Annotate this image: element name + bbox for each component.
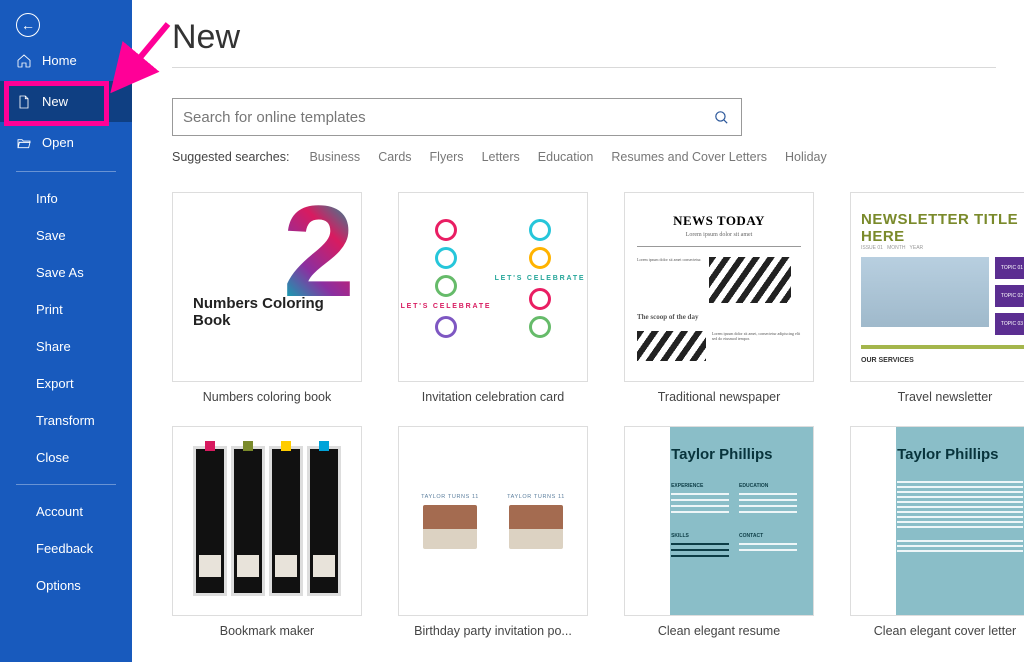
template-caption: Clean elegant cover letter [850, 624, 1024, 638]
search-input[interactable] [173, 99, 701, 135]
search-icon [713, 109, 730, 126]
template-grid: 2 Numbers Coloring Book Numbers coloring… [172, 192, 996, 638]
suggested-link-business[interactable]: Business [309, 150, 360, 164]
template-thumbnail: 2 Numbers Coloring Book [172, 192, 362, 382]
template-traditional-newspaper[interactable]: NEWS TODAY Lorem ipsum dolor sit amet Lo… [624, 192, 814, 404]
template-birthday-party-invitation[interactable]: TAYLOR TURNS 11 TAYLOR TURNS 11 Birthday… [398, 426, 588, 638]
thumb-name: Taylor Phillips [671, 447, 797, 463]
template-clean-elegant-cover-letter[interactable]: Taylor Phillips Clean elegant cover lett… [850, 426, 1024, 638]
nav-save-as[interactable]: Save As [0, 254, 132, 291]
thumb-title: NEWSLETTER TITLE HERE [861, 211, 1024, 245]
nav-options[interactable]: Options [0, 567, 132, 604]
main-area: New Suggested searches: Business Cards F… [132, 0, 1024, 662]
nav-transform[interactable]: Transform [0, 402, 132, 439]
template-clean-elegant-resume[interactable]: Taylor Phillips EXPERIENCE EDUCATION SKI… [624, 426, 814, 638]
suggested-link-education[interactable]: Education [538, 150, 594, 164]
suggested-link-letters[interactable]: Letters [482, 150, 520, 164]
template-caption: Numbers coloring book [172, 390, 362, 404]
nav-account[interactable]: Account [0, 493, 132, 530]
template-caption: Traditional newspaper [624, 390, 814, 404]
suggested-link-resumes[interactable]: Resumes and Cover Letters [611, 150, 767, 164]
suggested-link-cards[interactable]: Cards [378, 150, 411, 164]
nav-home[interactable]: Home [0, 40, 132, 81]
thumb-subheadline: The scoop of the day [637, 313, 801, 322]
template-travel-newsletter[interactable]: NEWSLETTER TITLE HERE ISSUE 01 MONTH YEA… [850, 192, 1024, 404]
title-divider [172, 67, 996, 68]
template-thumbnail: Taylor Phillips EXPERIENCE EDUCATION SKI… [624, 426, 814, 616]
nav-new-label: New [42, 94, 68, 109]
template-search [172, 98, 742, 136]
nav-open[interactable]: Open [0, 122, 132, 163]
template-bookmark-maker[interactable]: Bookmark maker [172, 426, 362, 638]
template-thumbnail: TAYLOR TURNS 11 TAYLOR TURNS 11 [398, 426, 588, 616]
template-numbers-coloring-book[interactable]: 2 Numbers Coloring Book Numbers coloring… [172, 192, 362, 404]
suggested-label: Suggested searches: [172, 150, 289, 164]
document-icon [16, 94, 32, 110]
nav-share[interactable]: Share [0, 328, 132, 365]
decorative-number-2: 2 [283, 199, 355, 303]
thumb-text-right: LET'S CELEBRATE [495, 275, 586, 282]
template-caption: Clean elegant resume [624, 624, 814, 638]
topic-chip: TOPIC 02 [995, 285, 1024, 307]
nav-new[interactable]: New [0, 81, 132, 122]
backstage-sidebar: ← Home New Open Info Save Save As Print … [0, 0, 132, 662]
suggested-link-flyers[interactable]: Flyers [430, 150, 464, 164]
template-caption: Travel newsletter [850, 390, 1024, 404]
thumb-name: Taylor Phillips [897, 447, 1023, 463]
page-title: New [172, 18, 996, 57]
template-caption: Bookmark maker [172, 624, 362, 638]
template-caption: Birthday party invitation po... [398, 624, 588, 638]
topic-chip: TOPIC 01 [995, 257, 1024, 279]
nav-feedback[interactable]: Feedback [0, 530, 132, 567]
template-invitation-celebration-card[interactable]: LET'S CELEBRATE LET'S CELEBRATE Invitati… [398, 192, 588, 404]
thumb-text: Numbers Coloring Book [193, 295, 341, 330]
suggested-link-holiday[interactable]: Holiday [785, 150, 827, 164]
nav-close[interactable]: Close [0, 439, 132, 476]
thumb-text-left: LET'S CELEBRATE [401, 303, 492, 310]
nav-home-label: Home [42, 53, 77, 68]
folder-open-icon [16, 135, 32, 151]
thumb-services-heading: OUR SERVICES [861, 357, 1024, 364]
template-thumbnail: LET'S CELEBRATE LET'S CELEBRATE [398, 192, 588, 382]
thumb-headline: NEWS TODAY [637, 213, 801, 229]
template-thumbnail: NEWS TODAY Lorem ipsum dolor sit amet Lo… [624, 192, 814, 382]
nav-open-label: Open [42, 135, 74, 150]
template-thumbnail [172, 426, 362, 616]
home-icon [16, 53, 32, 69]
nav-save[interactable]: Save [0, 217, 132, 254]
back-button[interactable]: ← [0, 10, 132, 40]
nav-separator-1 [16, 171, 116, 172]
thumb-text: TAYLOR TURNS 11 [507, 494, 565, 500]
template-thumbnail: Taylor Phillips [850, 426, 1024, 616]
back-arrow-icon: ← [16, 13, 40, 37]
topic-chip: TOPIC 03 [995, 313, 1024, 335]
thumb-text: TAYLOR TURNS 11 [421, 494, 479, 500]
template-caption: Invitation celebration card [398, 390, 588, 404]
nav-info[interactable]: Info [0, 180, 132, 217]
suggested-searches: Suggested searches: Business Cards Flyer… [172, 150, 996, 164]
nav-separator-2 [16, 484, 116, 485]
nav-export[interactable]: Export [0, 365, 132, 402]
template-thumbnail: NEWSLETTER TITLE HERE ISSUE 01 MONTH YEA… [850, 192, 1024, 382]
search-button[interactable] [701, 99, 741, 135]
nav-print[interactable]: Print [0, 291, 132, 328]
